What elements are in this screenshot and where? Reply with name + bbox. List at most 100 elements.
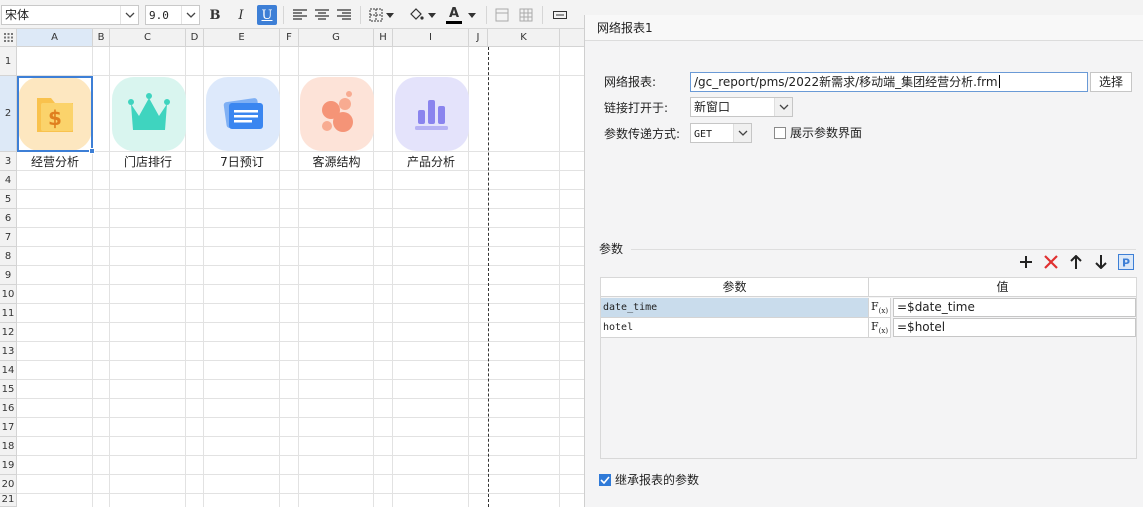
row-header[interactable]: 21 (0, 494, 17, 507)
row-header[interactable]: 13 (0, 342, 17, 361)
column-header-f[interactable]: F (280, 29, 299, 47)
column-header-d[interactable]: D (186, 29, 204, 47)
select-all-corner[interactable] (0, 29, 17, 47)
font-color-label: A (448, 5, 460, 21)
param-name-cell[interactable]: hotel (601, 318, 869, 338)
row-header[interactable]: 9 (0, 266, 17, 285)
row-header[interactable]: 3 (0, 152, 17, 171)
font-size-value: 9.0 (149, 9, 169, 22)
row-header[interactable]: 2 (0, 76, 17, 152)
fill-color-icon[interactable] (406, 5, 426, 25)
method-value: GET (694, 129, 713, 140)
caption-store-ranking[interactable]: 门店排行 (110, 153, 186, 171)
caption-business-analysis[interactable]: 经营分析 (17, 153, 93, 171)
show-params-checkbox[interactable] (774, 127, 786, 139)
open-in-select[interactable]: 新窗口 (690, 97, 793, 117)
row-header[interactable]: 8 (0, 247, 17, 266)
chevron-down-icon (774, 98, 792, 116)
column-header-e[interactable]: E (204, 29, 280, 47)
row-header[interactable]: 1 (0, 47, 17, 76)
param-name-cell[interactable]: date_time (601, 298, 869, 318)
row-header[interactable]: 5 (0, 190, 17, 209)
formula-icon[interactable]: F(x) (869, 318, 891, 338)
seven-day-booking-icon[interactable] (206, 77, 280, 151)
row-header[interactable]: 18 (0, 437, 17, 456)
column-header-i[interactable]: I (393, 29, 469, 47)
column-header-c[interactable]: C (110, 29, 186, 47)
open-in-value: 新窗口 (694, 100, 731, 114)
product-analysis-icon[interactable] (395, 77, 469, 151)
column-header-extra[interactable] (560, 29, 584, 47)
split-cells-icon[interactable] (516, 5, 536, 25)
method-select[interactable]: GET (690, 123, 752, 143)
method-label: 参数传递方式: (604, 127, 681, 141)
row-header[interactable]: 12 (0, 323, 17, 342)
font-color-swatch (446, 20, 462, 24)
inherit-params-checkbox[interactable] (599, 474, 611, 486)
border-icon[interactable] (366, 5, 386, 25)
chevron-down-icon[interactable] (426, 5, 438, 25)
font-family-value: 宋体 (5, 8, 30, 22)
row-header[interactable]: 19 (0, 456, 17, 475)
formula-icon[interactable]: F(x) (869, 298, 891, 318)
report-path-value: /gc_report/pms/2022新需求/移动端_集团经营分析.frm (694, 75, 998, 89)
report-path-input[interactable]: /gc_report/pms/2022新需求/移动端_集团经营分析.frm (690, 72, 1088, 92)
underline-button[interactable]: U (257, 5, 277, 25)
open-in-label: 链接打开于: (604, 101, 669, 115)
move-down-icon[interactable] (1092, 253, 1110, 271)
show-params-label: 展示参数界面 (790, 126, 863, 140)
column-header-k[interactable]: K (488, 29, 560, 47)
column-header-j[interactable]: J (469, 29, 488, 47)
font-family-select[interactable]: 宋体 (1, 5, 139, 25)
chevron-down-icon[interactable] (384, 5, 396, 25)
row-header[interactable]: 20 (0, 475, 17, 494)
row-header[interactable]: 6 (0, 209, 17, 228)
page-break-line (488, 47, 489, 507)
chevron-down-icon (181, 6, 199, 24)
text-field-icon[interactable] (550, 5, 570, 25)
merge-cells-icon[interactable] (492, 5, 512, 25)
params-table: 参数 值 date_time F(x) =$date_time hotel F(… (600, 277, 1137, 459)
row-header[interactable]: 15 (0, 380, 17, 399)
row-header[interactable]: 10 (0, 285, 17, 304)
caption-guest-source[interactable]: 客源结构 (299, 153, 374, 171)
choose-button[interactable]: 选择 (1090, 72, 1132, 92)
align-left-icon[interactable] (290, 5, 310, 25)
align-center-icon[interactable] (312, 5, 332, 25)
caption-seven-day-booking[interactable]: 7日预订 (204, 153, 280, 171)
row-header[interactable]: 11 (0, 304, 17, 323)
column-header-b[interactable]: B (93, 29, 110, 47)
row-header[interactable]: 4 (0, 171, 17, 190)
bold-button[interactable]: B (205, 5, 225, 25)
guest-source-icon[interactable] (300, 77, 374, 151)
row-header[interactable]: 16 (0, 399, 17, 418)
move-up-icon[interactable] (1067, 253, 1085, 271)
italic-button[interactable]: I (231, 5, 251, 25)
svg-text:P: P (1122, 257, 1130, 270)
text-caret (998, 75, 1000, 88)
value-col-header[interactable]: 值 (869, 278, 1136, 297)
column-header-h[interactable]: H (374, 29, 393, 47)
row-header[interactable]: 14 (0, 361, 17, 380)
row-header[interactable]: 17 (0, 418, 17, 437)
add-param-button[interactable] (1017, 253, 1035, 271)
param-dialog-icon[interactable]: P (1117, 253, 1135, 271)
param-value-input[interactable]: =$hotel (893, 318, 1136, 337)
chevron-down-icon[interactable] (466, 5, 478, 25)
chevron-down-icon (120, 6, 138, 24)
report-label: 网络报表: (604, 75, 657, 89)
chevron-down-icon (733, 124, 751, 142)
row-header[interactable]: 7 (0, 228, 17, 247)
column-header-g[interactable]: G (299, 29, 374, 47)
store-ranking-icon[interactable] (112, 77, 186, 151)
spreadsheet[interactable]: A B C D E F G H I J K 1 2 3 4 5 6 7 8 9 … (0, 29, 584, 507)
align-right-icon[interactable] (334, 5, 354, 25)
delete-param-button[interactable] (1042, 253, 1060, 271)
caption-product-analysis[interactable]: 产品分析 (393, 153, 469, 171)
param-value-input[interactable]: =$date_time (893, 298, 1136, 317)
column-header-a[interactable]: A (17, 29, 93, 47)
inherit-params-label: 继承报表的参数 (615, 473, 700, 487)
param-col-header[interactable]: 参数 (601, 278, 869, 297)
font-color-button[interactable]: A (444, 5, 464, 25)
font-size-select[interactable]: 9.0 (145, 5, 200, 25)
